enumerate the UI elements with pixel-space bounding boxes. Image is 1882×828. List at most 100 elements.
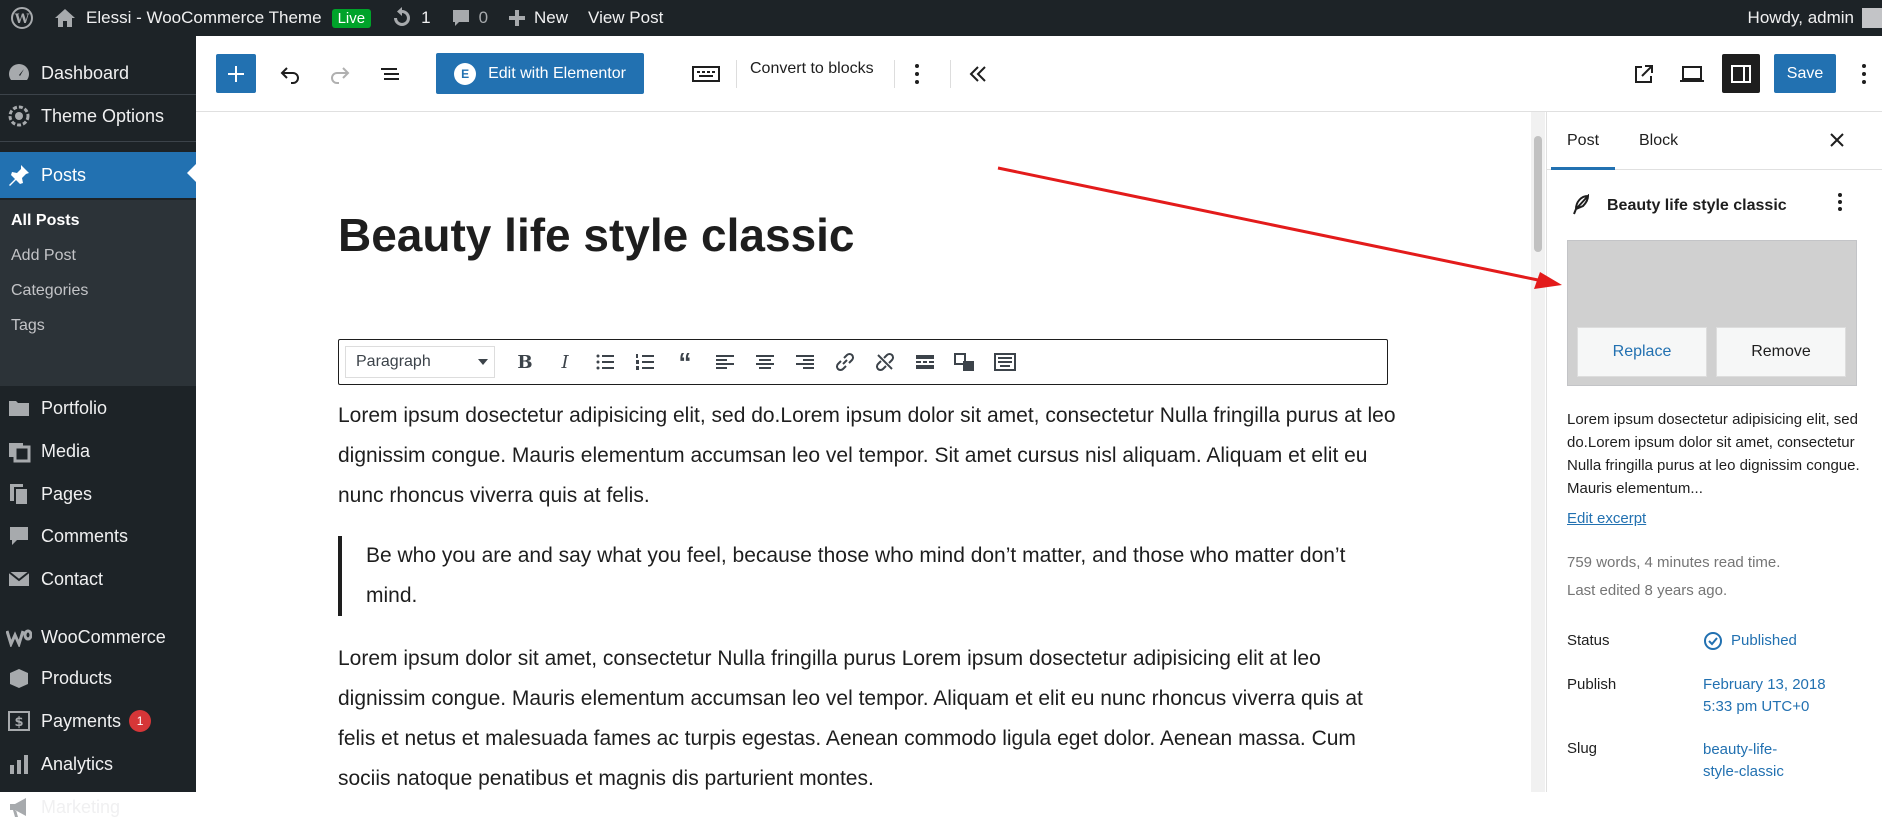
sidebar-tabs: Post Block: [1547, 112, 1882, 170]
tab-block[interactable]: Block: [1639, 132, 1678, 150]
plus-icon: [228, 65, 244, 82]
options-menu-button[interactable]: [1854, 56, 1874, 92]
editor-scrollbar[interactable]: [1531, 112, 1545, 792]
paragraph-block[interactable]: Lorem ipsum dosectetur adipisicing elit,…: [338, 396, 1398, 516]
elementor-label: Edit with Elementor: [488, 64, 626, 82]
keyboard-shortcuts-icon[interactable]: [985, 346, 1025, 378]
new-label: New: [534, 8, 569, 27]
chevron-down-icon: [478, 359, 488, 365]
account-menu[interactable]: Howdy, admin: [1738, 0, 1882, 36]
link-icon[interactable]: [825, 346, 865, 378]
sidebar-item-theme-options[interactable]: Theme Options: [0, 95, 196, 137]
submenu-categories[interactable]: Categories: [11, 282, 88, 300]
align-center-icon[interactable]: [745, 346, 785, 378]
collapse-toolbar-button[interactable]: [960, 56, 996, 92]
italic-icon[interactable]: I: [545, 346, 585, 378]
close-icon[interactable]: [1829, 128, 1845, 154]
toolbar-toggle-icon[interactable]: [945, 346, 985, 378]
sidebar-item-label: Media: [41, 440, 91, 461]
bold-icon[interactable]: B: [505, 346, 545, 378]
edit-excerpt-link[interactable]: Edit excerpt: [1567, 510, 1646, 527]
blockquote-icon[interactable]: “: [665, 346, 705, 378]
keyboard-icon: [692, 66, 720, 82]
remove-image-button[interactable]: Remove: [1716, 327, 1846, 377]
more-vertical-icon: [1838, 193, 1842, 211]
sidebar-item-pages[interactable]: Pages: [0, 473, 196, 515]
check-circle-icon: [1704, 632, 1722, 650]
format-select[interactable]: Paragraph: [345, 346, 495, 378]
preview-button[interactable]: [1674, 56, 1710, 92]
svg-text:W: W: [14, 12, 30, 27]
greeting: Howdy, admin: [1747, 8, 1854, 27]
sidebar-item-posts[interactable]: Posts: [0, 152, 196, 198]
submenu-tags[interactable]: Tags: [11, 317, 45, 335]
new-content-link[interactable]: New: [498, 0, 578, 36]
undo-button[interactable]: [272, 56, 308, 92]
paragraph-block[interactable]: Lorem ipsum dolor sit amet, consectetur …: [338, 639, 1398, 799]
slug-button[interactable]: beauty-life- style-classic: [1703, 739, 1784, 783]
more-vertical-icon: [915, 64, 919, 84]
sidebar-item-woocommerce[interactable]: WooCommerce: [0, 616, 196, 658]
admin-sidebar: Dashboard Theme Options Posts All Posts …: [0, 36, 196, 817]
live-badge: Live: [331, 8, 372, 28]
convert-to-blocks-button[interactable]: Convert to blocks: [750, 60, 874, 78]
settings-sidebar-toggle[interactable]: [1722, 54, 1760, 93]
edit-with-elementor-button[interactable]: E Edit with Elementor: [436, 53, 644, 94]
wordpress-logo-icon[interactable]: W: [0, 0, 44, 36]
sidebar-item-label: Contact: [41, 568, 104, 589]
comment-icon: [6, 523, 32, 549]
align-right-icon[interactable]: [785, 346, 825, 378]
sidebar-item-label: Products: [41, 667, 113, 688]
quote-block[interactable]: Be who you are and say what you feel, be…: [338, 536, 1398, 616]
submenu-all-posts[interactable]: All Posts: [11, 212, 79, 230]
sidebar-item-comments[interactable]: Comments: [0, 515, 196, 557]
save-button[interactable]: Save: [1774, 54, 1836, 93]
sidebar-item-portfolio[interactable]: Portfolio: [0, 387, 196, 429]
add-block-button[interactable]: [216, 54, 256, 93]
scrollbar-thumb[interactable]: [1534, 136, 1542, 252]
post-excerpt: Lorem ipsum dosectetur adipisicing elit,…: [1567, 411, 1860, 497]
bar-chart-icon: [6, 751, 32, 777]
view-post-button[interactable]: [1626, 56, 1662, 92]
post-actions-button[interactable]: [1837, 192, 1843, 218]
submenu-add-post[interactable]: Add Post: [11, 247, 76, 265]
bullet-list-icon[interactable]: [585, 346, 625, 378]
unlink-icon[interactable]: [865, 346, 905, 378]
folder-icon: [6, 395, 32, 421]
classic-format-toolbar: Paragraph B I “: [338, 339, 1388, 385]
sidebar-item-marketing[interactable]: Marketing: [0, 786, 196, 828]
more-vertical-icon: [1862, 64, 1866, 84]
numbered-list-icon[interactable]: [625, 346, 665, 378]
publish-date: February 13, 2018: [1703, 676, 1826, 693]
sidebar-item-label: Theme Options: [41, 105, 165, 126]
view-post-link[interactable]: View Post: [578, 0, 673, 36]
site-name-link[interactable]: Elessi - WooCommerce Theme Live: [44, 0, 381, 36]
sidebar-item-analytics[interactable]: Analytics: [0, 743, 196, 785]
notification-badge: 1: [129, 710, 152, 732]
home-icon: [55, 9, 75, 27]
sidebar-item-contact[interactable]: Contact: [0, 558, 196, 600]
post-title[interactable]: Beauty life style classic: [338, 208, 855, 262]
read-more-icon[interactable]: [905, 346, 945, 378]
featured-image[interactable]: Replace Remove: [1567, 240, 1857, 386]
divider: [736, 60, 737, 88]
sidebar-item-products[interactable]: Products: [0, 657, 196, 699]
sidebar-item-media[interactable]: Media: [0, 430, 196, 472]
replace-image-button[interactable]: Replace: [1577, 327, 1707, 377]
updates-link[interactable]: 1: [381, 0, 440, 36]
status-text: Published: [1731, 632, 1797, 649]
status-value[interactable]: Published: [1703, 630, 1797, 652]
sidebar-item-dashboard[interactable]: Dashboard: [0, 52, 196, 94]
sidebar-item-label: Payments: [41, 710, 122, 731]
redo-button[interactable]: [322, 56, 358, 92]
sidebar-item-label: Analytics: [41, 753, 114, 774]
document-overview-button[interactable]: [372, 56, 408, 92]
publish-date-button[interactable]: February 13, 2018 5:33 pm UTC+0: [1703, 674, 1826, 718]
tab-post[interactable]: Post: [1550, 132, 1616, 170]
sidebar-item-payments[interactable]: $ Payments 1: [0, 700, 196, 742]
keyboard-button[interactable]: [688, 56, 724, 92]
comments-link[interactable]: 0: [441, 0, 498, 36]
publish-label: Publish: [1567, 676, 1617, 693]
block-options-button[interactable]: [902, 56, 932, 92]
align-left-icon[interactable]: [705, 346, 745, 378]
